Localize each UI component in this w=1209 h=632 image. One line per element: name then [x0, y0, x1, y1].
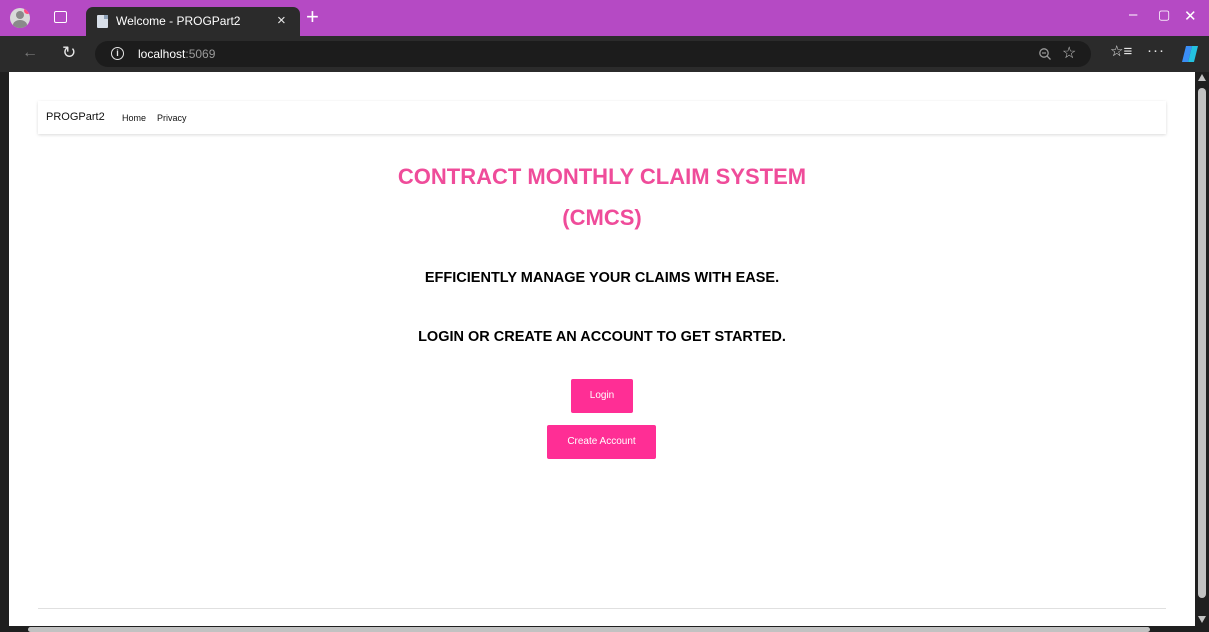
scroll-down-icon[interactable] [1198, 616, 1206, 623]
navbar-brand[interactable]: PROGPart2 [46, 111, 105, 123]
browser-tab-active[interactable]: Welcome - PROGPart2 × [86, 7, 300, 36]
site-navbar: PROGPart2 Home Privacy [38, 101, 1166, 134]
more-icon[interactable]: ··· [1147, 42, 1165, 59]
notification-dot [24, 8, 30, 14]
tab-close-icon[interactable]: × [277, 12, 286, 29]
url-text[interactable]: localhost:5069 [138, 47, 215, 61]
horizontal-scrollbar[interactable] [0, 626, 1209, 632]
address-bar[interactable]: i localhost:5069 ☆ [95, 41, 1091, 67]
page-title-line1: CONTRACT MONTHLY CLAIM SYSTEM [397, 164, 807, 189]
tagline: EFFICIENTLY MANAGE YOUR CLAIMS WITH EASE… [424, 270, 780, 286]
browser-title-bar: Welcome - PROGPart2 × + – ▢ ✕ [0, 0, 1209, 36]
info-icon[interactable]: i [111, 47, 124, 60]
new-tab-icon[interactable]: + [306, 4, 319, 30]
tab-actions-icon[interactable] [54, 11, 67, 23]
page-viewport: PROGPart2 Home Privacy CONTRACT MONTHLY … [9, 72, 1195, 626]
login-button[interactable]: Login [571, 379, 633, 413]
page-favicon-icon [97, 15, 108, 28]
zoom-icon[interactable] [1038, 47, 1052, 61]
get-started-prompt: LOGIN OR CREATE AN ACCOUNT TO GET STARTE… [418, 329, 786, 345]
copilot-icon[interactable] [1180, 44, 1200, 64]
page-title-line2: (CMCS) [562, 205, 642, 230]
window-restore-icon[interactable]: ▢ [1158, 7, 1170, 23]
reload-icon[interactable]: ↻ [62, 43, 76, 63]
footer-divider [38, 608, 1166, 609]
star-icon[interactable]: ☆ [1062, 43, 1076, 63]
vertical-scrollbar[interactable] [1195, 72, 1209, 626]
window-close-icon[interactable]: ✕ [1184, 7, 1197, 25]
profile-avatar-icon[interactable] [10, 8, 30, 28]
url-host: localhost [138, 47, 186, 61]
horizontal-scroll-thumb[interactable] [28, 627, 1150, 632]
back-icon[interactable]: ← [22, 44, 38, 62]
browser-toolbar: ← ↻ i localhost:5069 ☆ ☆≡ ··· [0, 36, 1209, 72]
nav-link-privacy[interactable]: Privacy [157, 113, 187, 123]
vertical-scroll-thumb[interactable] [1198, 88, 1206, 598]
tab-title: Welcome - PROGPart2 [116, 14, 241, 28]
url-port: :5069 [185, 47, 216, 61]
nav-link-home[interactable]: Home [122, 113, 146, 123]
create-account-button[interactable]: Create Account [547, 425, 656, 459]
scroll-up-icon[interactable] [1198, 74, 1206, 81]
favorites-icon[interactable]: ☆≡ [1110, 42, 1132, 60]
window-minimize-icon[interactable]: – [1129, 6, 1137, 23]
